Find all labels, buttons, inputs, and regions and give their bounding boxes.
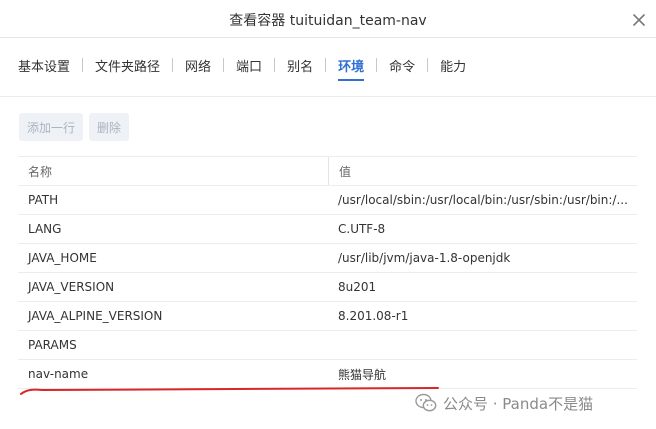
add-row-button[interactable]: 添加一行: [19, 113, 84, 141]
dialog-title-bar: 查看容器 tuituidan_team-nav: [0, 0, 656, 38]
table-row[interactable]: JAVA_VERSION 8u201: [18, 273, 637, 302]
dialog-title: 查看容器 tuituidan_team-nav: [229, 13, 427, 29]
tab-basic-settings[interactable]: 基本设置: [18, 54, 70, 81]
env-name-cell: PATH: [28, 193, 59, 207]
env-value-cell: 8.201.08-r1: [338, 309, 409, 323]
table-row[interactable]: PATH /usr/local/sbin:/usr/local/bin:/usr…: [18, 186, 637, 215]
tab-separator: [376, 58, 378, 72]
env-value-cell: 熊猫导航: [338, 367, 387, 382]
table-row[interactable]: JAVA_ALPINE_VERSION 8.201.08-r1: [18, 302, 637, 331]
tab-separator: [325, 58, 327, 72]
tabs-divider: [0, 96, 656, 97]
env-name-cell: JAVA_ALPINE_VERSION: [28, 309, 163, 323]
tab-network[interactable]: 网络: [185, 54, 211, 81]
env-value-cell: 8u201: [338, 280, 377, 294]
delete-button[interactable]: 删除: [89, 113, 130, 141]
tab-environment[interactable]: 环境: [338, 54, 365, 81]
env-value-cell: C.UTF-8: [338, 222, 386, 236]
tab-bar: 基本设置 文件夹路径 网络 端口 别名 环境 命令 能力: [18, 54, 466, 84]
tab-aliases[interactable]: 别名: [287, 54, 313, 81]
tab-ports[interactable]: 端口: [236, 54, 262, 81]
tab-capabilities[interactable]: 能力: [440, 54, 466, 81]
tab-separator: [223, 58, 225, 72]
table-row[interactable]: PARAMS: [18, 331, 637, 360]
env-value-cell: [328, 331, 637, 359]
env-name-cell: nav-name: [28, 367, 89, 381]
table-row[interactable]: LANG C.UTF-8: [18, 215, 637, 244]
table-row[interactable]: JAVA_HOME /usr/lib/jvm/java-1.8-openjdk: [18, 244, 637, 273]
env-value-cell: /usr/local/sbin:/usr/local/bin:/usr/sbin…: [338, 193, 628, 207]
env-table: 名称 值 PATH /usr/local/sbin:/usr/local/bin…: [18, 156, 637, 389]
env-value-cell: /usr/lib/jvm/java-1.8-openjdk: [338, 251, 511, 265]
tab-command[interactable]: 命令: [389, 54, 415, 81]
env-toolbar: 添加一行 删除: [19, 113, 130, 141]
table-header-row: 名称 值: [18, 157, 637, 186]
tab-folder-paths[interactable]: 文件夹路径: [95, 54, 160, 81]
tab-separator: [274, 58, 276, 72]
close-icon: [633, 14, 645, 26]
watermark-text: 公众号 · Panda不是猫: [443, 394, 594, 413]
close-button[interactable]: [632, 13, 646, 27]
env-name-cell: PARAMS: [28, 338, 77, 352]
view-container-dialog: 查看容器 tuituidan_team-nav 基本设置 文件夹路径 网络 端口…: [0, 0, 656, 429]
tab-separator: [82, 58, 84, 72]
tab-separator: [172, 58, 174, 72]
table-row[interactable]: nav-name 熊猫导航: [18, 360, 637, 389]
env-name-cell: LANG: [28, 222, 62, 236]
column-header-name[interactable]: 名称: [18, 163, 328, 180]
watermark: 公众号 · Panda不是猫: [415, 390, 593, 416]
column-header-value[interactable]: 值: [328, 157, 637, 185]
env-name-cell: JAVA_HOME: [28, 251, 97, 265]
env-name-cell: JAVA_VERSION: [28, 280, 115, 294]
tab-separator: [427, 58, 429, 72]
wechat-icon: [415, 393, 437, 413]
